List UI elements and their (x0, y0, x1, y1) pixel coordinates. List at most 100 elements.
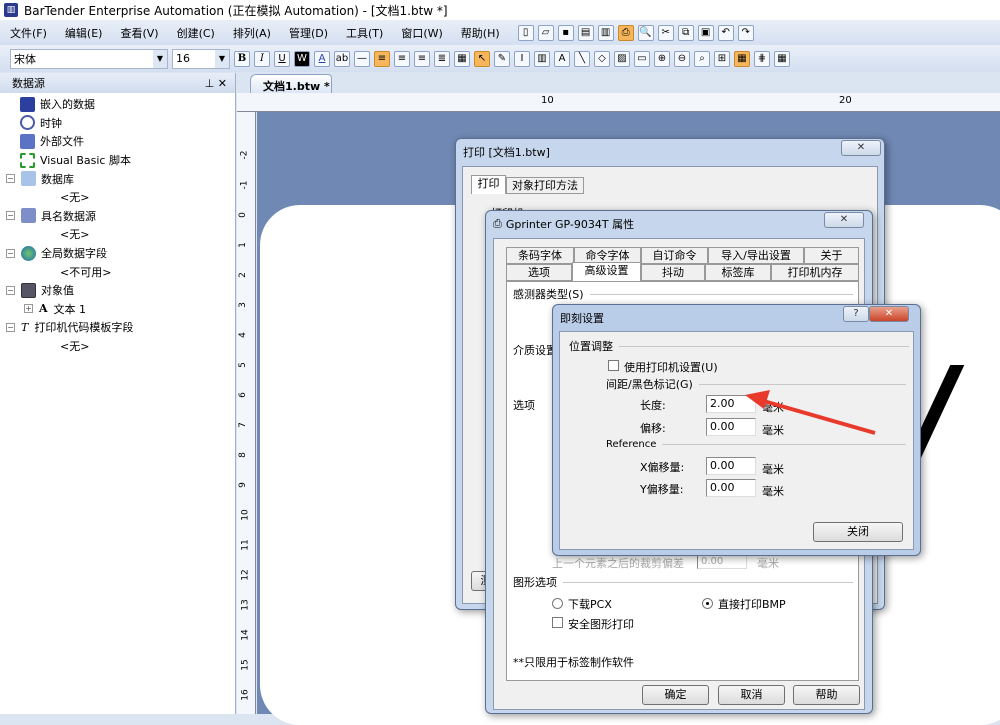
tab-barcode-fonts[interactable]: 条码字体 (506, 247, 574, 264)
highlight-icon[interactable]: ab (334, 50, 350, 67)
x-offset-input[interactable]: 0.00 (706, 457, 756, 475)
paste-icon[interactable]: ▣ (697, 24, 714, 41)
collapse-icon[interactable]: − (6, 211, 15, 221)
menu-window[interactable]: 窗口(W) (401, 25, 442, 41)
zoom-page-icon[interactable]: ⊞ (714, 50, 730, 67)
tree-item-object-values[interactable]: − 对象值 (0, 281, 235, 300)
tree-item-none[interactable]: <无> (0, 225, 235, 244)
tree-item-named-sources[interactable]: − 具名数据源 (0, 207, 235, 226)
tree-item-text1[interactable]: + A 文本 1 (0, 300, 235, 319)
help-button[interactable]: 帮助 (793, 685, 860, 705)
redo-icon[interactable]: ↷ (737, 24, 754, 41)
tab-import-export[interactable]: 导入/导出设置 (708, 247, 804, 264)
tab-dithering[interactable]: 抖动 (641, 264, 705, 281)
tab-printer-memory[interactable]: 打印机内存 (771, 264, 859, 281)
font-select[interactable]: 宋体 ▼ (10, 48, 168, 69)
fit-icon[interactable]: ▦ (454, 50, 470, 67)
tab-custom-commands[interactable]: 自订命令 (641, 247, 708, 264)
print-icon[interactable]: ⎙ (617, 24, 634, 41)
y-offset-input[interactable]: 0.00 (706, 479, 756, 497)
rfid-icon[interactable]: ▭ (634, 50, 650, 67)
menu-tools[interactable]: 工具(T) (346, 25, 383, 41)
menu-arrange[interactable]: 排列(A) (233, 25, 271, 41)
tab-options[interactable]: 选项 (506, 264, 572, 281)
zoom-out-icon[interactable]: ⊖ (674, 50, 690, 67)
menu-edit[interactable]: 编辑(E) (65, 25, 103, 41)
pin-close-icons[interactable]: ⊥ ✕ (205, 77, 227, 90)
italic-button[interactable]: I (254, 50, 270, 67)
close-icon[interactable]: ✕ (869, 306, 909, 322)
underline-button[interactable]: U (274, 50, 290, 67)
tree-item-none[interactable]: <无> (0, 188, 235, 207)
close-button[interactable]: 关闭 (813, 522, 903, 542)
tab-object-print-method[interactable]: 对象打印方法 (506, 177, 584, 194)
collapse-icon[interactable]: − (6, 248, 15, 258)
align-left-icon[interactable]: ≡ (374, 50, 390, 67)
close-icon[interactable]: ✕ (824, 212, 864, 228)
bold-button[interactable]: B (234, 50, 250, 67)
close-icon[interactable]: ✕ (841, 140, 881, 156)
menu-create[interactable]: 创建(C) (177, 25, 215, 41)
collapse-icon[interactable]: − (6, 285, 15, 295)
menu-manage[interactable]: 管理(D) (289, 25, 328, 41)
wordwrap-button[interactable]: W (294, 50, 310, 67)
undo-icon[interactable]: ↶ (717, 24, 734, 41)
new-icon[interactable]: ▯ (517, 24, 534, 41)
collapse-icon[interactable]: − (6, 174, 15, 184)
ok-button[interactable]: 确定 (642, 685, 709, 705)
help-icon[interactable]: ? (843, 306, 869, 322)
select-pointer-icon[interactable]: ↖ (474, 50, 490, 67)
cancel-button[interactable]: 取消 (718, 685, 785, 705)
tree-item-global-fields[interactable]: − 全局数据字段 (0, 244, 235, 263)
secure-graphics-checkbox[interactable] (552, 617, 563, 628)
grid-icon[interactable]: ▦ (734, 50, 750, 67)
tree-item-clock[interactable]: 时钟 (0, 114, 235, 133)
radio-download-pcx[interactable] (552, 598, 563, 609)
save-icon[interactable]: ▪ (557, 24, 574, 41)
align-center-icon[interactable]: ≡ (394, 50, 410, 67)
tree-item-unavailable[interactable]: <不可用> (0, 262, 235, 281)
justify-icon[interactable]: ≣ (434, 50, 450, 67)
copy-icon[interactable]: ⧉ (677, 24, 694, 41)
barcode-icon[interactable]: ▥ (534, 50, 550, 67)
chevron-down-icon[interactable]: ▼ (153, 49, 167, 68)
tree-item-database[interactable]: − 数据库 (0, 169, 235, 188)
tree-item-printer-code-fields[interactable]: − T 打印机代码模板字段 (0, 318, 235, 337)
pen-icon[interactable]: ✎ (494, 50, 510, 67)
open-icon[interactable]: ▱ (537, 24, 554, 41)
align-right-icon[interactable]: ≡ (414, 50, 430, 67)
expand-icon[interactable]: + (24, 304, 33, 314)
font-size-select[interactable]: 16 ▼ (172, 48, 230, 69)
line-tool-icon[interactable]: ╲ (574, 50, 590, 67)
layout-grid-icon[interactable]: ▦ (774, 50, 790, 67)
use-printer-settings-checkbox[interactable] (608, 360, 619, 371)
chevron-down-icon[interactable]: ▼ (215, 49, 229, 68)
tab-label-library[interactable]: 标签库 (705, 264, 771, 281)
tab-advanced-settings[interactable]: 高级设置 (572, 262, 641, 281)
menu-view[interactable]: 查看(V) (120, 25, 158, 41)
snap-icon[interactable]: ⋕ (754, 50, 770, 67)
line-icon[interactable]: — (354, 50, 370, 67)
page-setup-icon[interactable]: ▤ (577, 24, 594, 41)
text-tool-icon[interactable]: A (554, 50, 570, 67)
cut-icon[interactable]: ✂ (657, 24, 674, 41)
shape-icon[interactable]: ◇ (594, 50, 610, 67)
radio-direct-bmp[interactable] (702, 598, 713, 609)
font-color-button[interactable]: A (314, 50, 330, 67)
document-tab[interactable]: 文档1.btw * (250, 74, 332, 93)
menu-help[interactable]: 帮助(H) (461, 25, 500, 41)
database-icon[interactable]: ▥ (597, 24, 614, 41)
tree-item-external-file[interactable]: 外部文件 (0, 132, 235, 151)
text-cursor-icon[interactable]: I (514, 50, 530, 67)
zoom-fit-icon[interactable]: ⌕ (694, 50, 710, 67)
zoom-in-icon[interactable]: ⊕ (654, 50, 670, 67)
tree-item-none[interactable]: <无> (0, 337, 235, 356)
tab-about[interactable]: 关于 (804, 247, 859, 264)
tree-item-embedded[interactable]: 嵌入的数据 (0, 95, 235, 114)
tab-print[interactable]: 打印 (471, 175, 506, 194)
print-preview-icon[interactable]: 🔍 (637, 24, 654, 41)
tree-item-vbscript[interactable]: Visual Basic 脚本 (0, 151, 235, 170)
image-icon[interactable]: ▨ (614, 50, 630, 67)
collapse-icon[interactable]: − (6, 322, 15, 332)
menu-file[interactable]: 文件(F) (10, 25, 47, 41)
